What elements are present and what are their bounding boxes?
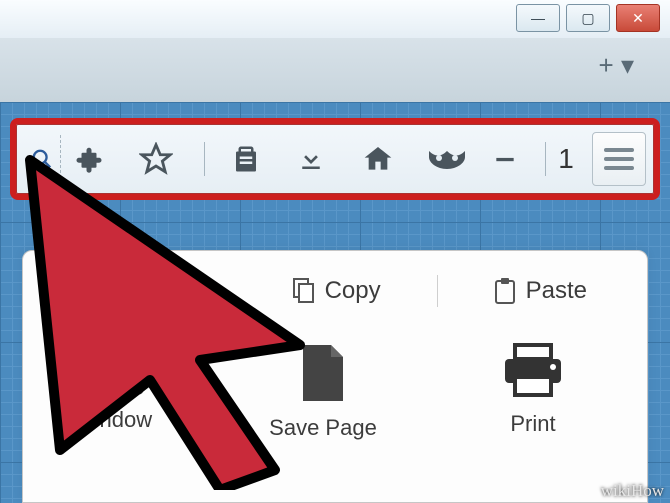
- navigation-toolbar: 1: [10, 118, 660, 200]
- toolbar-separator: [204, 142, 205, 176]
- page-count: 1: [546, 143, 586, 175]
- copy-icon: [293, 278, 315, 304]
- mask-icon[interactable]: [427, 147, 467, 171]
- clipboard-icon[interactable]: [231, 144, 271, 174]
- menu-button[interactable]: [592, 132, 646, 186]
- window-titlebar: — ▢ ✕: [0, 0, 670, 39]
- menu-item-copy[interactable]: Copy: [293, 277, 381, 305]
- search-icon[interactable]: [24, 135, 61, 183]
- menu-icon: [602, 145, 636, 173]
- menu-tile-print[interactable]: Print: [463, 343, 603, 441]
- paste-icon: [494, 278, 516, 304]
- puzzle-icon[interactable]: [74, 144, 114, 174]
- tab-strip: + ▾: [0, 38, 670, 102]
- download-icon[interactable]: [296, 144, 336, 174]
- menu-separator: [437, 275, 438, 307]
- minus-icon[interactable]: [492, 146, 532, 172]
- window-icon: [82, 343, 144, 395]
- new-tab-button[interactable]: + ▾: [599, 50, 634, 81]
- window-minimize-button[interactable]: —: [516, 4, 560, 32]
- menu-tile-label: Window: [74, 407, 152, 433]
- menu-tile-window[interactable]: Window: [43, 343, 183, 441]
- window-close-button[interactable]: ✕: [616, 4, 660, 32]
- print-icon: [501, 343, 565, 399]
- star-icon[interactable]: [139, 142, 179, 176]
- save-icon: [299, 343, 347, 403]
- menu-item-label: Copy: [325, 277, 381, 305]
- menu-tile-label: Save Page: [269, 415, 377, 441]
- window-maximize-button[interactable]: ▢: [566, 4, 610, 32]
- menu-item-paste[interactable]: Paste: [494, 277, 587, 305]
- watermark: wikiHow: [601, 481, 664, 501]
- menu-tile-save[interactable]: Save Page: [253, 343, 393, 441]
- menu-tile-label: Print: [510, 411, 555, 437]
- menu-panel: Copy Paste Window Save Page: [22, 250, 648, 503]
- home-icon[interactable]: [362, 143, 402, 175]
- menu-item-label: Paste: [526, 277, 587, 305]
